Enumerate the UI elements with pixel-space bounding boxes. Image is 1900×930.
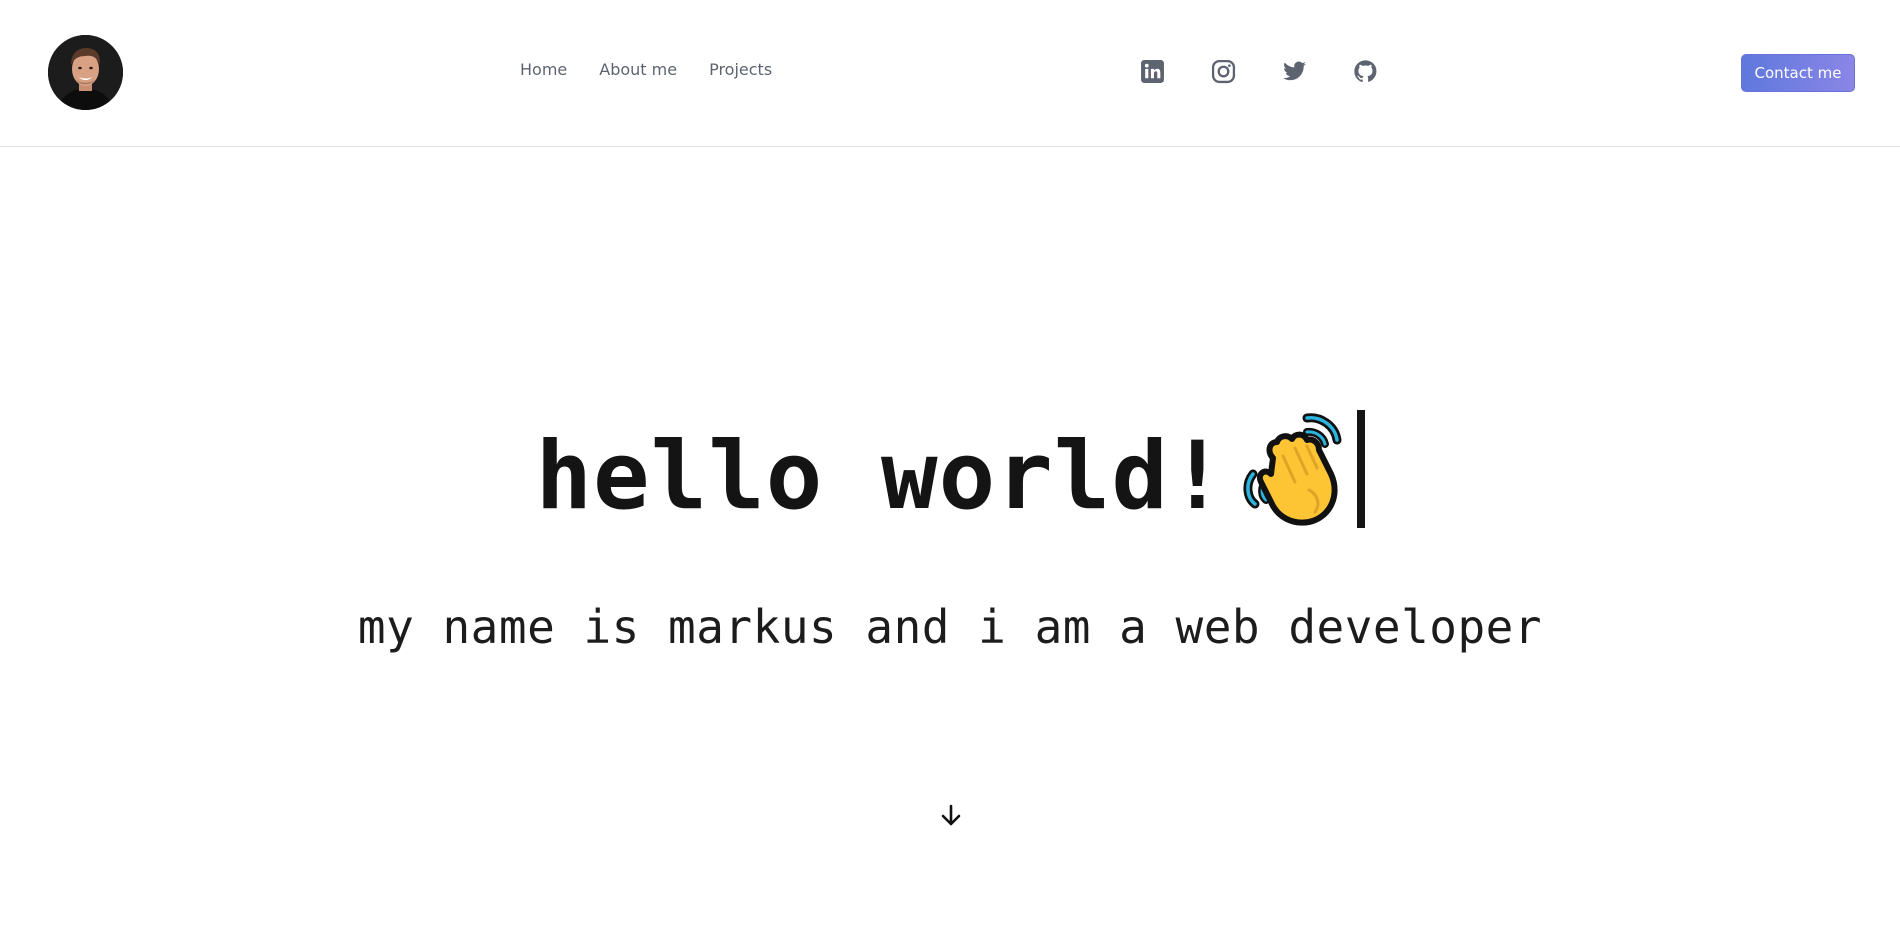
nav-home[interactable]: Home (520, 60, 567, 79)
profile-photo (48, 35, 123, 110)
twitter-icon[interactable] (1282, 59, 1307, 84)
social-links (1140, 59, 1378, 84)
contact-me-button[interactable]: Contact me (1741, 54, 1855, 92)
github-icon[interactable] (1353, 59, 1378, 84)
nav-projects[interactable]: Projects (709, 60, 772, 79)
waving-hand-icon (1243, 412, 1342, 526)
hero-title: hello world! (535, 422, 1227, 531)
arrow-down-icon[interactable] (940, 804, 962, 828)
main-nav: Home About me Projects (520, 60, 772, 79)
instagram-icon[interactable] (1211, 59, 1236, 84)
linkedin-icon[interactable] (1140, 59, 1165, 84)
nav-about-me[interactable]: About me (599, 60, 677, 79)
hero-subtitle: my name is markus and i am a web develop… (357, 600, 1543, 654)
typing-caret (1356, 410, 1365, 528)
site-header: Home About me Projects Contact me (0, 0, 1900, 147)
avatar[interactable] (48, 35, 123, 110)
hero-title-row: hello world! (0, 410, 1900, 528)
